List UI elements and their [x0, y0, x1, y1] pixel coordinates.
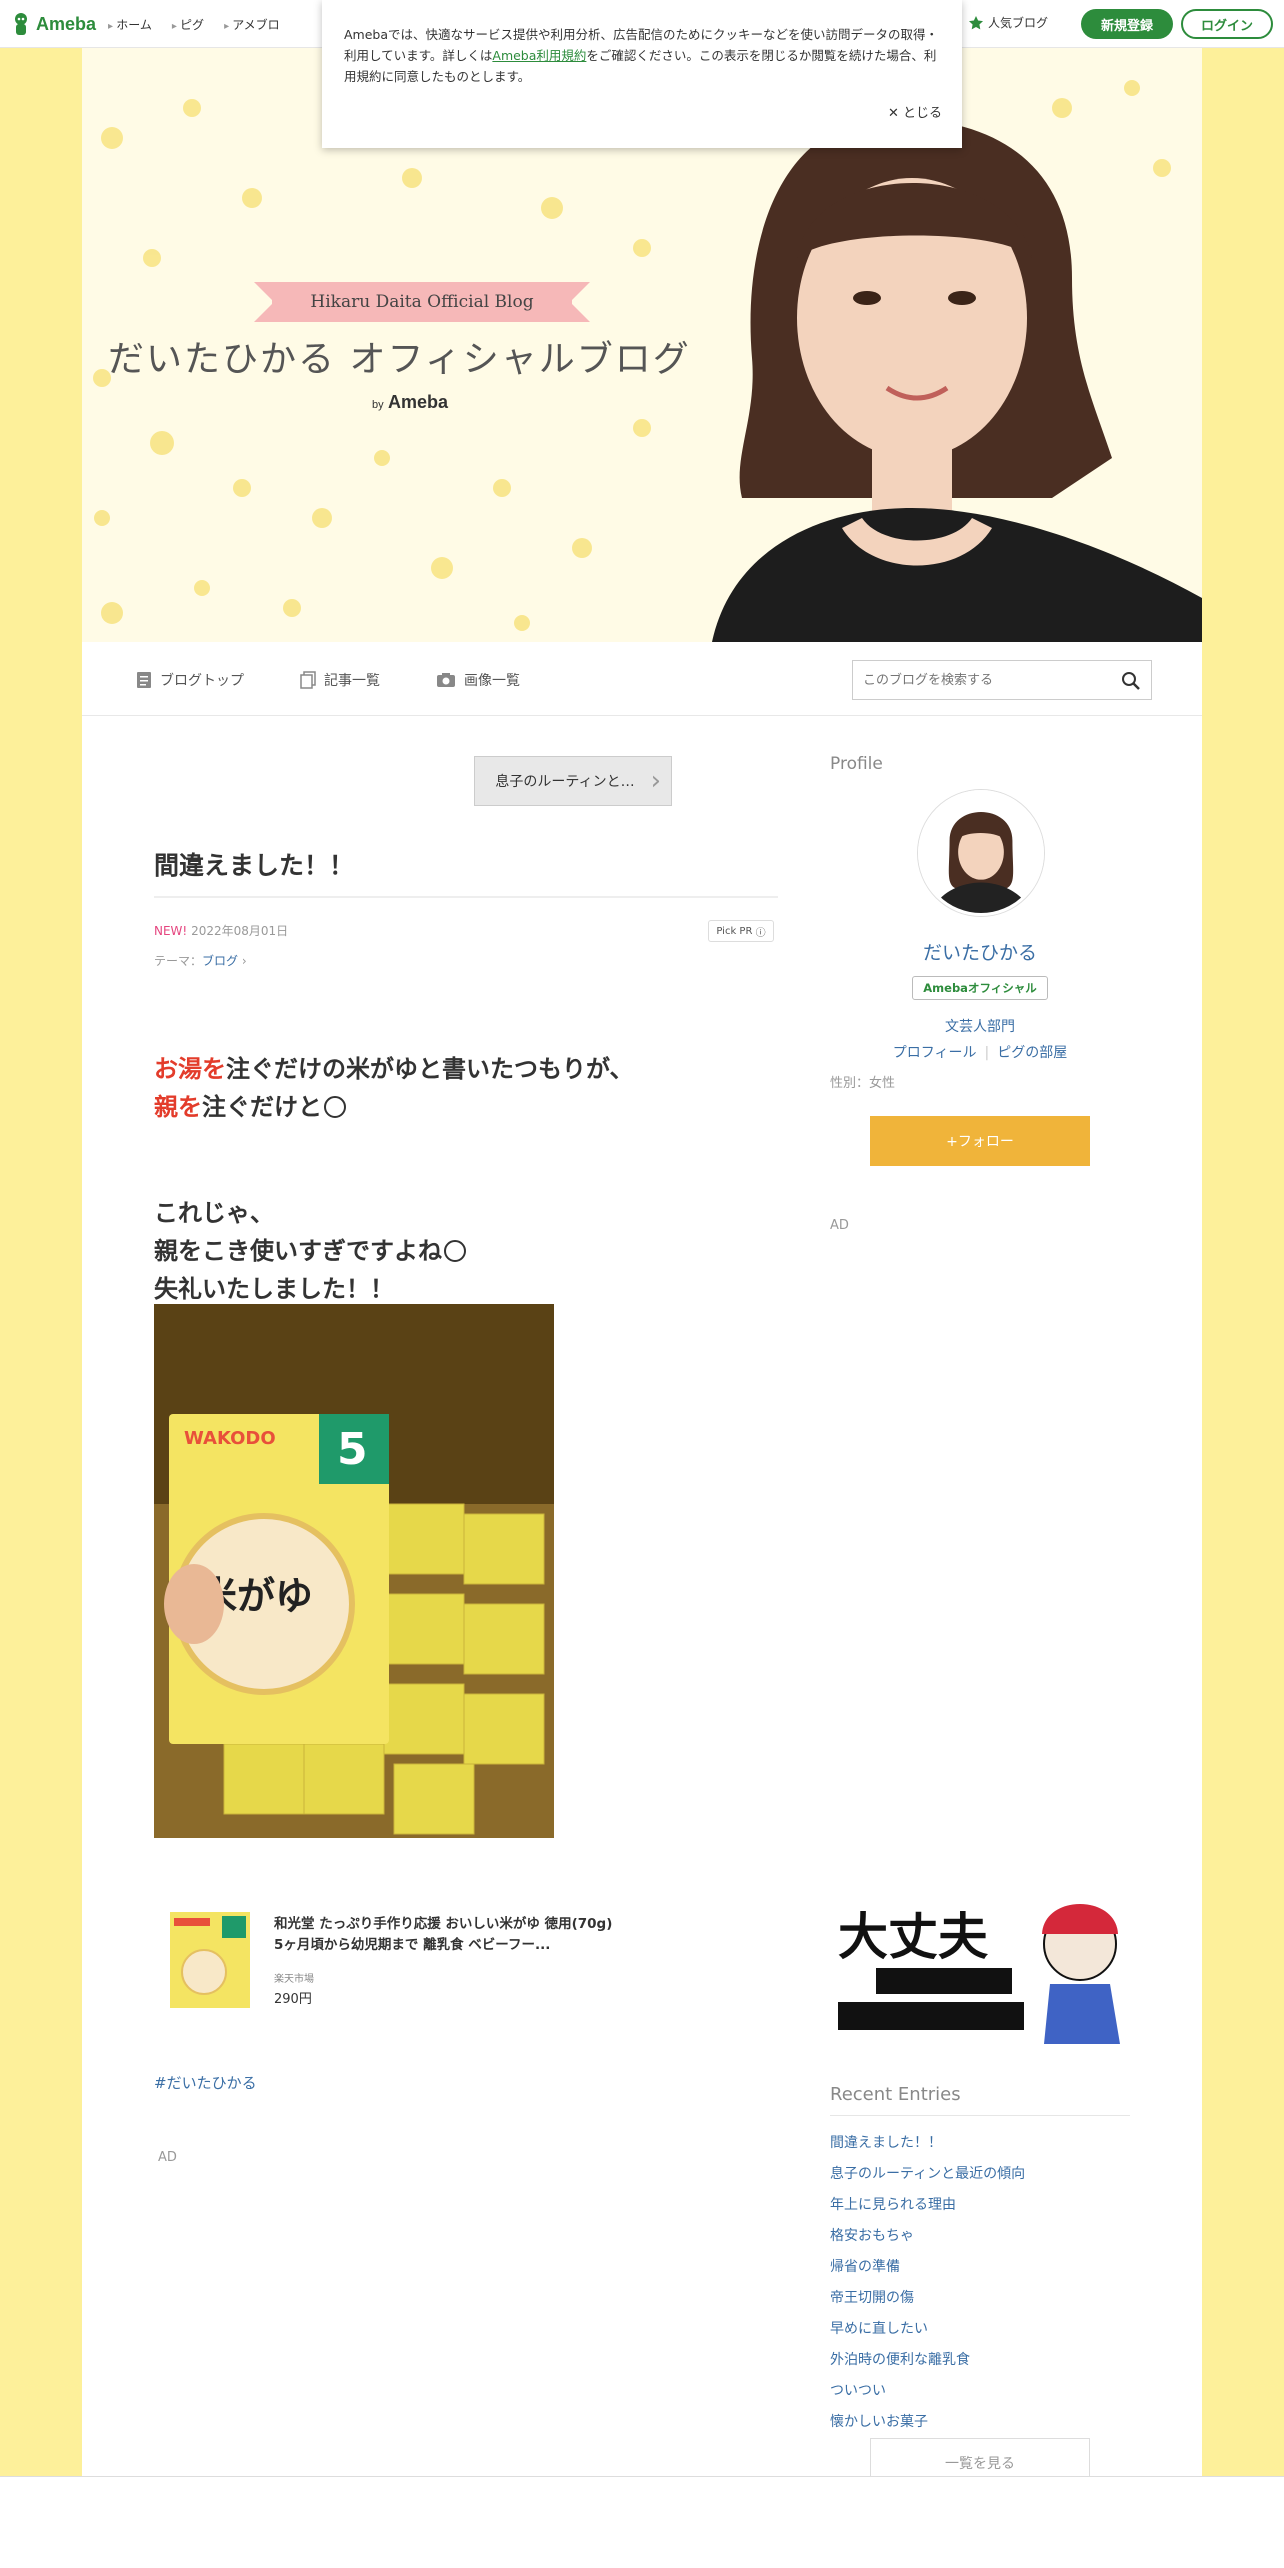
profile-gender: 性別：女性: [830, 1076, 896, 1091]
recent-entries-heading: Recent Entries: [830, 2084, 1130, 2116]
logo-text: Ameba: [36, 13, 97, 34]
genre-link[interactable]: 文芸人部門: [830, 1016, 1130, 1036]
laugh-emoji-icon: [444, 1240, 466, 1262]
camera-icon: [437, 673, 455, 687]
blog-search: [852, 660, 1152, 700]
close-icon: ✕: [887, 106, 899, 121]
blogger-photo: [712, 118, 1202, 642]
profile-links: プロフィール | ピグの部屋: [830, 1042, 1130, 1062]
recent-entry[interactable]: 懐かしいお菓子: [830, 2407, 1130, 2438]
pick-pr-badge[interactable]: Pick PR ⓘ: [708, 920, 774, 942]
text-red-2: 親を: [154, 1093, 202, 1121]
blog-ribbon: Hikaru Daita Official Blog: [254, 282, 590, 322]
nav-article-list[interactable]: 記事一覧: [300, 670, 380, 690]
link-separator: |: [984, 1045, 990, 1061]
product-name: 和光堂 たっぷり手作り応援 おいしい米がゆ 徳用(70g) 5ヶ月頃から幼児期ま…: [274, 1916, 613, 1953]
text-line-2: 注ぐだけと: [202, 1093, 322, 1121]
product-thumbnail: [170, 1912, 250, 2008]
text-line-1: 注ぐだけの米がゆと書いたつもりが、: [226, 1055, 634, 1083]
ad-label: AD: [158, 2150, 177, 2165]
pick-pr-label: Pick PR: [716, 925, 753, 937]
sidebar-ad-label: AD: [830, 1218, 849, 1233]
recent-entry[interactable]: 格安おもちゃ: [830, 2221, 1130, 2252]
recent-entry[interactable]: ついつい: [830, 2376, 1130, 2407]
recent-entry[interactable]: 間違えました！！: [830, 2128, 1130, 2159]
svg-text:WAKODO: WAKODO: [184, 1428, 276, 1449]
text-red-1: お湯を: [154, 1055, 226, 1083]
nav-article-list-label: 記事一覧: [324, 673, 380, 689]
text-line-5: 失礼いたしました！！: [154, 1275, 394, 1303]
global-nav: ホーム ピグ アメブロ: [108, 16, 279, 33]
nav-blog-top[interactable]: ブログトップ: [136, 670, 244, 690]
gnav-home[interactable]: ホーム: [108, 16, 152, 33]
profile-heading: Profile: [830, 754, 883, 774]
new-badge: NEW!: [154, 924, 188, 938]
theme-link[interactable]: ブログ: [202, 954, 238, 968]
search-icon[interactable]: [1121, 671, 1141, 691]
register-button[interactable]: 新規登録: [1081, 9, 1173, 39]
text-line-3: これじゃ、: [154, 1199, 274, 1227]
document-icon: [137, 672, 151, 688]
product-price: 290円: [274, 1992, 312, 2007]
cookie-text: Amebaでは、快適なサービス提供や利用分析、広告配信のためにクッキーなどを使い…: [344, 24, 940, 87]
theme-label: テーマ：: [154, 954, 203, 968]
recent-entry[interactable]: 息子のルーティンと最近の傾向: [830, 2159, 1130, 2190]
cookie-close-button[interactable]: ✕ とじる: [888, 102, 942, 121]
blog-title: だいたひかる オフィシャルブログ: [108, 339, 691, 380]
svg-text:大丈夫: 大丈夫: [838, 1908, 989, 1966]
article-theme: テーマ：ブログ ›: [154, 952, 247, 969]
recent-entry[interactable]: 外泊時の便利な離乳食: [830, 2345, 1130, 2376]
blog-page: Hikaru Daita Official Blog だいたひかる オフィシャル…: [82, 48, 1202, 2488]
pig-room-link[interactable]: ピグの部屋: [997, 1045, 1067, 1061]
gnav-ameblo[interactable]: アメブロ: [224, 16, 279, 33]
recent-entry[interactable]: 早めに直したい: [830, 2314, 1130, 2345]
text-line-4: 親をこき使いすぎですよね: [154, 1237, 442, 1265]
bottom-bar: [0, 2476, 1284, 2568]
brand-label: Ameba: [387, 392, 448, 412]
follow-button[interactable]: +フォロー: [870, 1116, 1090, 1166]
gnav-pig[interactable]: ピグ: [172, 16, 204, 33]
nav-blog-top-label: ブログトップ: [160, 673, 244, 689]
smile-emoji-icon: [324, 1096, 346, 1118]
by-label: by: [372, 399, 384, 411]
article-date: 2022年08月01日: [191, 924, 289, 938]
search-input[interactable]: [853, 661, 1103, 699]
copy-icon: [300, 671, 316, 689]
profile-avatar[interactable]: [918, 790, 1044, 916]
terms-link[interactable]: Ameba利用規約: [492, 48, 586, 63]
ameba-logo[interactable]: Ameba: [12, 12, 96, 36]
close-label: とじる: [902, 106, 942, 121]
star-icon: [969, 15, 983, 29]
recent-entry[interactable]: 帰省の準備: [830, 2252, 1130, 2283]
article-text-1: お湯を注ぐだけの米がゆと書いたつもりが、 親を注ぐだけと: [154, 1050, 634, 1126]
blog-nav: ブログトップ 記事一覧 画像一覧: [82, 642, 1202, 716]
ameba-mascot-icon: [15, 13, 27, 35]
article-photo[interactable]: 5 WAKODO 米がゆ: [154, 1304, 554, 1838]
hashtag-link[interactable]: #だいたひかる: [154, 2072, 257, 2093]
article-title: 間違えました！！: [154, 846, 778, 898]
prev-entry-button[interactable]: 息子のルーティンと…: [474, 756, 672, 806]
recent-entries-list: 間違えました！！ 息子のルーティンと最近の傾向 年上に見られる理由 格安おもちゃ…: [830, 2128, 1130, 2438]
recent-entry[interactable]: 年上に見られる理由: [830, 2190, 1130, 2221]
article-meta: NEW! 2022年08月01日: [154, 922, 288, 939]
product-shop: 楽天市場: [274, 1974, 314, 1985]
info-icon: ⓘ: [755, 927, 766, 939]
profile-link[interactable]: プロフィール: [893, 1045, 977, 1061]
popular-blog-link[interactable]: 人気ブログ: [968, 14, 1048, 31]
cookie-notice: Amebaでは、快適なサービス提供や利用分析、広告配信のためにクッキーなどを使い…: [322, 0, 962, 148]
profile-name[interactable]: だいたひかる: [830, 938, 1130, 965]
popular-blog-label: 人気ブログ: [988, 16, 1049, 30]
article-text-2: これじゃ、 親をこき使いすぎですよね 失礼いたしました！！: [154, 1194, 466, 1308]
recent-entry[interactable]: 帝王切開の傷: [830, 2283, 1130, 2314]
nav-image-list[interactable]: 画像一覧: [436, 670, 520, 690]
chevron-right-icon: ›: [241, 954, 247, 968]
related-blog-banner[interactable]: 大丈夫: [830, 1884, 1130, 2044]
nav-image-list-label: 画像一覧: [464, 673, 520, 689]
by-ameba: by Ameba: [372, 392, 448, 413]
product-card[interactable]: 和光堂 たっぷり手作り応援 おいしい米がゆ 徳用(70g) 5ヶ月頃から幼児期ま…: [154, 1908, 778, 2018]
svg-text:5: 5: [337, 1424, 368, 1475]
official-badge: Amebaオフィシャル: [912, 976, 1048, 1000]
login-button[interactable]: ログイン: [1181, 9, 1273, 39]
